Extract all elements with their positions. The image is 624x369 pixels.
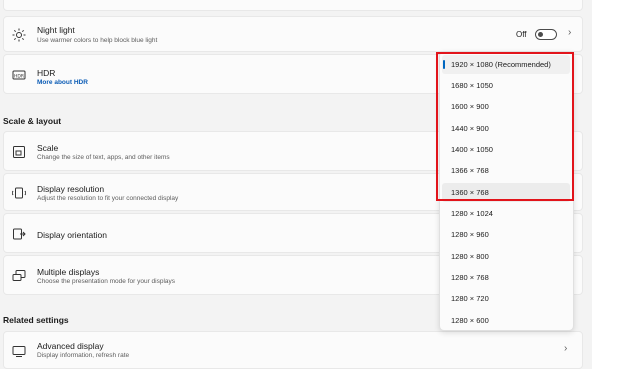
resolution-option-label: 1600 × 900 xyxy=(451,102,489,111)
resolution-option[interactable]: 1600 × 900 xyxy=(442,97,570,116)
svg-text:HDR: HDR xyxy=(14,73,24,79)
resolution-option[interactable]: 1280 × 600 xyxy=(442,311,570,330)
night-light-subtitle: Use warmer colors to help block blue lig… xyxy=(37,37,158,44)
orientation-icon xyxy=(12,227,26,241)
resolution-option-label: 1920 × 1080 (Recommended) xyxy=(451,60,551,69)
resolution-option[interactable]: 1440 × 900 xyxy=(442,119,570,138)
multiple-displays-title: Multiple displays xyxy=(37,267,100,277)
resolution-option-label: 1680 × 1050 xyxy=(451,81,493,90)
display-resolution-subtitle: Adjust the resolution to fit your connec… xyxy=(37,195,179,202)
hdr-link[interactable]: More about HDR xyxy=(37,79,88,86)
sun-icon xyxy=(12,28,26,42)
resolution-option[interactable]: 1360 × 768 xyxy=(442,183,570,202)
monitor-icon xyxy=(12,344,26,358)
advanced-display-title: Advanced display xyxy=(37,341,104,351)
right-margin xyxy=(592,0,624,369)
scale-title: Scale xyxy=(37,143,59,153)
chevron-right-icon[interactable]: › xyxy=(564,343,567,354)
resolution-option[interactable]: 1280 × 720 xyxy=(442,289,570,308)
toggle-knob xyxy=(538,32,543,37)
advanced-display-subtitle: Display information, refresh rate xyxy=(37,352,130,359)
hdr-title: HDR xyxy=(37,68,56,78)
resolution-option[interactable]: 1920 × 1080 (Recommended) xyxy=(442,55,570,74)
multiple-displays-icon xyxy=(12,269,26,283)
resolution-icon xyxy=(12,186,26,200)
resolution-option[interactable]: 1680 × 1050 xyxy=(442,76,570,95)
top-partial-card xyxy=(3,0,583,11)
hdr-icon: HDR xyxy=(12,68,26,82)
resolution-option-label: 1280 × 600 xyxy=(451,316,489,325)
night-light-title: Night light xyxy=(37,25,75,35)
night-light-row[interactable]: Night light Use warmer colors to help bl… xyxy=(3,16,583,52)
resolution-option-label: 1280 × 720 xyxy=(451,294,489,303)
display-orientation-title: Display orientation xyxy=(37,230,107,240)
resolution-option-label: 1360 × 768 xyxy=(451,188,489,197)
display-resolution-title: Display resolution xyxy=(37,184,105,194)
resolution-option-label: 1280 × 960 xyxy=(451,230,489,239)
night-light-toggle-label: Off xyxy=(516,30,527,39)
scale-icon xyxy=(12,145,26,159)
resolution-option[interactable]: 1366 × 768 xyxy=(442,161,570,180)
resolution-option-label: 1280 × 768 xyxy=(451,273,489,282)
advanced-display-row[interactable]: Advanced display Display information, re… xyxy=(3,331,583,369)
resolution-option-label: 1280 × 800 xyxy=(451,252,489,261)
resolution-dropdown[interactable]: 1920 × 1080 (Recommended) 1680 × 1050 16… xyxy=(439,51,574,331)
resolution-option[interactable]: 1400 × 1050 xyxy=(442,140,570,159)
resolution-option-label: 1400 × 1050 xyxy=(451,145,493,154)
resolution-option[interactable]: 1280 × 800 xyxy=(442,247,570,266)
resolution-option-label: 1440 × 900 xyxy=(451,124,489,133)
chevron-right-icon[interactable]: › xyxy=(568,27,571,38)
resolution-option-label: 1366 × 768 xyxy=(451,166,489,175)
resolution-option[interactable]: 1280 × 960 xyxy=(442,225,570,244)
resolution-option-label: 1280 × 1024 xyxy=(451,209,493,218)
scale-subtitle: Change the size of text, apps, and other… xyxy=(37,154,170,161)
night-light-toggle[interactable] xyxy=(535,29,557,40)
resolution-option[interactable]: 1280 × 1024 xyxy=(442,204,570,223)
multiple-displays-subtitle: Choose the presentation mode for your di… xyxy=(37,278,176,285)
related-settings-heading: Related settings xyxy=(3,315,69,325)
scale-layout-heading: Scale & layout xyxy=(3,116,62,126)
resolution-option[interactable]: 1280 × 768 xyxy=(442,268,570,287)
